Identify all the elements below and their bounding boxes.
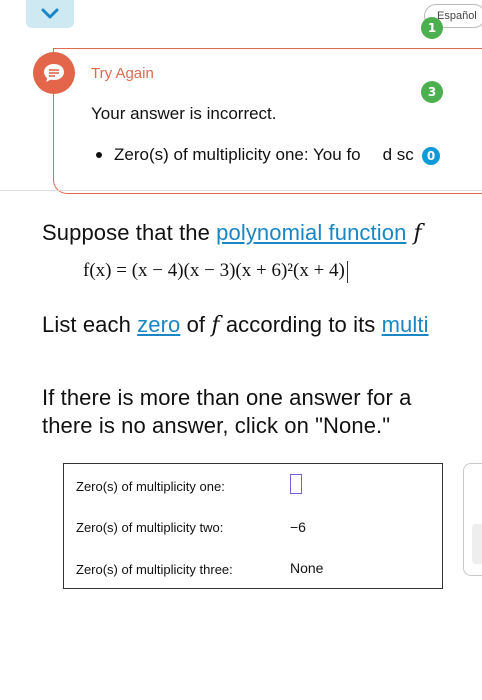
answer-box: Zero(s) of multiplicity one: Zero(s) of … <box>63 463 443 589</box>
feedback-icon <box>33 52 75 94</box>
feedback-item-text: Zero(s) of multiplicity one: You fo <box>114 145 361 164</box>
feedback-message: Your answer is incorrect. <box>91 104 277 123</box>
keypad-panel[interactable] <box>463 463 482 576</box>
function-variable: f <box>406 221 422 246</box>
step-badge-3: 3 <box>421 81 443 103</box>
question-line-3: If there is more than one answer for a <box>42 385 412 410</box>
collapse-button[interactable] <box>26 0 74 28</box>
question-line-2: List each zero of f according to its mul… <box>42 312 429 338</box>
multiplicity-link[interactable]: multi <box>382 312 429 337</box>
keypad-handle[interactable] <box>472 524 482 564</box>
step-badge-0: 0 <box>420 145 442 167</box>
step-badge-1: 1 <box>421 17 443 39</box>
zero-link[interactable]: zero <box>137 312 180 337</box>
chevron-down-icon <box>41 8 59 19</box>
question-line-4: there is no answer, click on "None." <box>42 413 391 438</box>
multiplicity-two-value[interactable]: −6 <box>290 519 306 535</box>
multiplicity-one-input[interactable] <box>290 474 302 494</box>
multiplicity-two-label: Zero(s) of multiplicity two: <box>76 520 224 535</box>
multiplicity-three-value[interactable]: None <box>290 560 323 576</box>
polynomial-equation: f(x) = (x − 4)(x − 3)(x + 6)²(x + 4) <box>83 260 348 283</box>
polynomial-function-link[interactable]: polynomial function <box>216 220 406 245</box>
divider <box>0 190 482 191</box>
multiplicity-three-label: Zero(s) of multiplicity three: <box>76 562 233 577</box>
question-line-1: Suppose that the polynomial function f <box>42 220 422 246</box>
feedback-item: Zero(s) of multiplicity one: You fo d sc <box>96 145 414 165</box>
multiplicity-one-label: Zero(s) of multiplicity one: <box>76 479 225 494</box>
feedback-title: Try Again <box>91 65 154 82</box>
feedback-item-text-end: d sc <box>382 145 414 164</box>
